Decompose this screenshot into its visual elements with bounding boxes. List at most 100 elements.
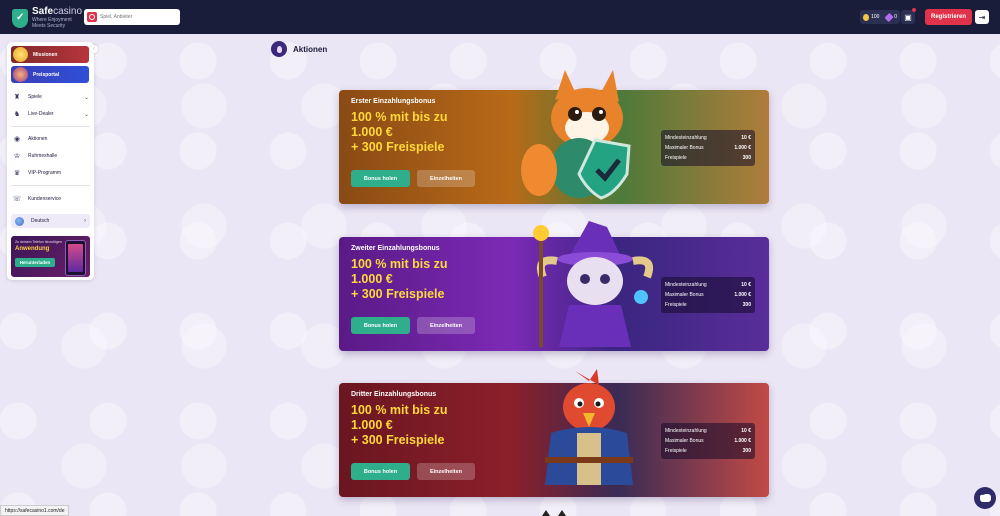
language-selector[interactable]: Deutsch › <box>11 214 90 228</box>
search-icon <box>87 12 97 22</box>
promotions-icon: ◉ <box>13 136 21 143</box>
sidebar-divider <box>11 126 90 127</box>
stat-value: 300 <box>742 155 751 161</box>
stat-value: 10 € <box>741 428 751 434</box>
sidebar-prize-portal[interactable]: Preisportal <box>11 66 89 83</box>
login-button[interactable]: ⇥ <box>975 10 989 24</box>
stat-label: Maximaler Bonus <box>665 145 704 151</box>
gift-button[interactable]: ▣ <box>901 8 916 24</box>
claim-bonus-button[interactable]: Bonus holen <box>351 317 410 334</box>
chevron-right-icon: › <box>84 218 86 224</box>
details-button[interactable]: Einzelheiten <box>417 317 475 334</box>
bonus-stats: Mindesteinzahlung 10 € Maximaler Bonus 1.0… <box>661 423 755 459</box>
stat-value: 300 <box>742 448 751 454</box>
app-banner-subtitle: Zu deinem Telefon hinzufügen <box>15 240 62 244</box>
chevron-left-icon: ‹ <box>93 46 95 52</box>
promotions-icon <box>271 41 287 57</box>
login-icon: ⇥ <box>978 12 986 22</box>
app-banner-title: Anwendung <box>15 246 50 252</box>
fox-mascot-image <box>521 70 631 200</box>
search-input[interactable] <box>100 14 176 20</box>
stat-value: 1.000 € <box>734 438 751 444</box>
sidebar-divider <box>11 185 90 186</box>
coin-icon <box>863 13 870 21</box>
globe-icon <box>15 216 24 226</box>
page-heading: Aktionen <box>271 41 327 57</box>
top-header: Safecasino Where Enjoyment Meets Securit… <box>0 0 1000 34</box>
sidebar-item-spiele[interactable]: ♜ Spiele ⌄ <box>13 90 89 104</box>
sidebar-item-label: Aktionen <box>28 136 48 142</box>
stat-label: Freispiele <box>665 448 687 454</box>
card-headline: 100 % mit bis zu 1.000 € + 300 Freispiel… <box>351 257 448 301</box>
site-logo[interactable]: Safecasino Where Enjoyment Meets Securit… <box>12 7 82 29</box>
gem-icon <box>884 12 894 22</box>
stat-value: 300 <box>742 302 751 308</box>
bonus-card-second: Zweiter Einzahlungsbonus 100 % mit bis z… <box>339 221 769 351</box>
support-icon: ☏ <box>12 196 22 203</box>
bonus-stats: Mindesteinzahlung 10 € Maximaler Bonus 1.0… <box>661 130 755 166</box>
claim-bonus-button[interactable]: Bonus holen <box>351 170 410 187</box>
notification-dot <box>912 8 916 12</box>
status-bar-url: https://safecasino1.com/de <box>0 505 70 516</box>
stat-label: Mindesteinzahlung <box>665 282 707 288</box>
stat-value: 1.000 € <box>734 292 751 298</box>
sidebar-item-kundenservice[interactable]: ☏ Kundenservice <box>13 192 89 206</box>
logo-tagline-2: Meets Security <box>32 23 66 29</box>
vip-icon: ♛ <box>13 170 21 177</box>
chevron-down-icon: ⌄ <box>83 94 89 101</box>
logo-wordmark: Safecasino <box>32 6 83 17</box>
chat-icon <box>979 492 991 502</box>
sidebar: Missionen Preisportal ♜ Spiele ⌄ ♞ Live-… <box>7 42 94 280</box>
games-icon: ♜ <box>13 94 21 101</box>
missions-label: Missionen <box>33 51 58 58</box>
bonus-card-first: Erster Einzahlungsbonus 100 % mit bis zu… <box>339 70 769 204</box>
page-title: Aktionen <box>293 44 328 54</box>
gift-icon: ▣ <box>904 12 912 22</box>
sidebar-item-label: Spiele <box>28 94 42 100</box>
sidebar-item-label: Live-Dealer <box>28 111 54 117</box>
sidebar-item-live-dealer[interactable]: ♞ Live-Dealer ⌄ <box>13 107 89 121</box>
language-label: Deutsch <box>31 218 50 224</box>
app-download-banner[interactable]: Zu deinem Telefon hinzufügen Anwendung H… <box>11 236 90 277</box>
sidebar-item-ruhmeshalle[interactable]: ♔ Ruhmeshalle <box>13 149 89 163</box>
wizard-mascot-image <box>533 221 654 347</box>
prize-portal-icon <box>13 67 28 82</box>
sidebar-missions[interactable]: Missionen <box>11 46 89 63</box>
details-button[interactable]: Einzelheiten <box>417 170 475 187</box>
sidebar-item-label: Ruhmeshalle <box>28 153 58 159</box>
bonus-card-third: Dritter Einzahlungsbonus 100 % mit bis z… <box>339 369 769 497</box>
card-title: Erster Einzahlungsbonus <box>351 98 436 105</box>
stat-label: Mindesteinzahlung <box>665 428 707 434</box>
missions-icon <box>13 47 28 62</box>
card-headline: 100 % mit bis zu 1.000 € + 300 Freispiel… <box>351 110 448 154</box>
sidebar-collapse-button[interactable]: ‹ <box>90 45 98 53</box>
stat-value: 10 € <box>741 135 751 141</box>
register-button[interactable]: Registrieren <box>925 9 972 25</box>
card-title: Zweiter Einzahlungsbonus <box>351 245 440 252</box>
sidebar-item-label: VIP-Programm <box>28 170 62 176</box>
stat-label: Maximaler Bonus <box>665 438 704 444</box>
hall-of-fame-icon: ♔ <box>13 153 21 160</box>
card-title: Dritter Einzahlungsbonus <box>351 391 437 398</box>
download-button[interactable]: Herunterladen <box>15 258 55 267</box>
next-card-mascot-ears <box>542 510 566 516</box>
sidebar-item-aktionen[interactable]: ◉ Aktionen <box>13 132 89 146</box>
stat-value: 1.000 € <box>734 145 751 151</box>
search-box[interactable] <box>84 9 180 25</box>
bonus-stats: Mindesteinzahlung 10 € Maximaler Bonus 1.0… <box>661 277 755 313</box>
coin-balance: 100 <box>871 14 880 20</box>
sidebar-item-vip[interactable]: ♛ VIP-Programm <box>13 166 89 180</box>
parrot-mascot-image <box>545 369 633 485</box>
balance-display[interactable]: 100 0 <box>860 10 900 24</box>
stat-label: Freispiele <box>665 302 687 308</box>
stat-value: 10 € <box>741 282 751 288</box>
claim-bonus-button[interactable]: Bonus holen <box>351 463 410 480</box>
sidebar-item-label: Kundenservice <box>28 196 62 202</box>
stat-label: Maximaler Bonus <box>665 292 704 298</box>
stat-label: Freispiele <box>665 155 687 161</box>
live-dealer-icon: ♞ <box>13 111 21 118</box>
gem-balance: 0 <box>894 14 897 20</box>
details-button[interactable]: Einzelheiten <box>417 463 475 480</box>
live-chat-button[interactable] <box>974 487 996 509</box>
card-headline: 100 % mit bis zu 1.000 € + 300 Freispiel… <box>351 403 448 447</box>
